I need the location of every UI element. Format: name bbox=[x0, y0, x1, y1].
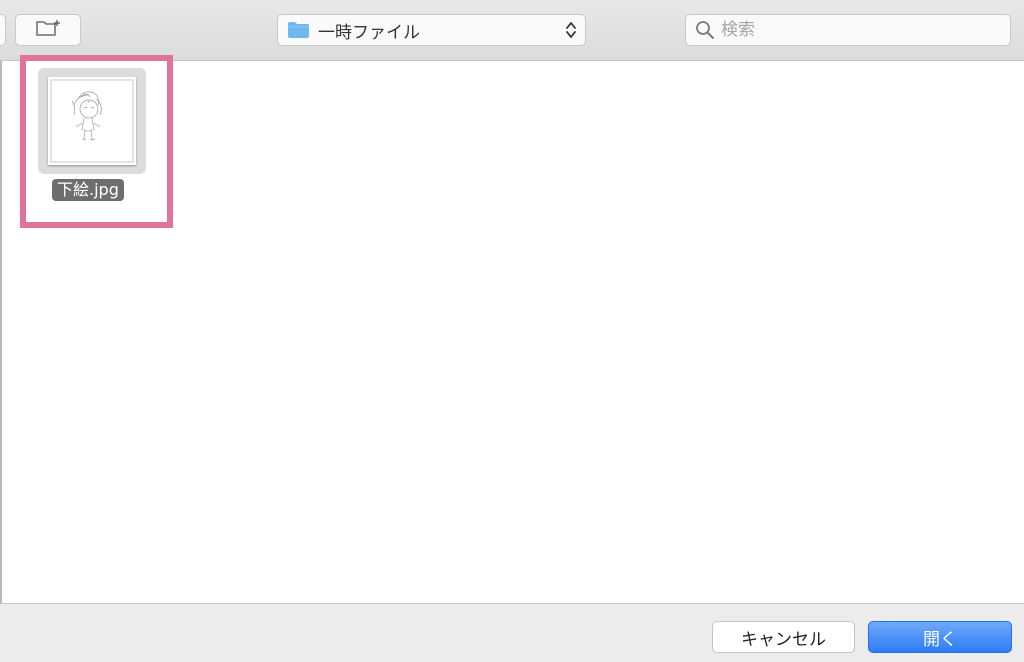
file-thumbnail bbox=[48, 77, 136, 165]
dialog-footer: キャンセル 開く bbox=[0, 604, 1024, 662]
file-item[interactable]: 下絵.jpg bbox=[36, 66, 148, 206]
location-label: 一時ファイル bbox=[318, 22, 420, 43]
new-folder-button[interactable] bbox=[15, 14, 81, 46]
folder-icon bbox=[287, 21, 310, 39]
search-icon bbox=[695, 20, 715, 40]
toolbar: 一時ファイル bbox=[0, 0, 1024, 61]
search-field[interactable] bbox=[685, 14, 1011, 46]
new-folder-icon bbox=[35, 19, 61, 41]
open-button[interactable]: 開く bbox=[868, 621, 1012, 653]
back-button[interactable] bbox=[0, 14, 6, 46]
search-input[interactable] bbox=[719, 19, 993, 41]
open-file-dialog: 一時ファイル 検索 下絵.jpg キャンセル 開く bbox=[0, 0, 1024, 662]
file-thumbnail-selection bbox=[38, 68, 146, 174]
location-popup[interactable]: 一時ファイル bbox=[277, 14, 586, 46]
sketch-image bbox=[50, 79, 134, 163]
file-browser: 下絵.jpg bbox=[0, 55, 1024, 604]
cancel-button[interactable]: キャンセル bbox=[712, 621, 855, 653]
file-name-label: 下絵.jpg bbox=[52, 179, 124, 201]
updown-chevron-icon bbox=[565, 20, 577, 40]
